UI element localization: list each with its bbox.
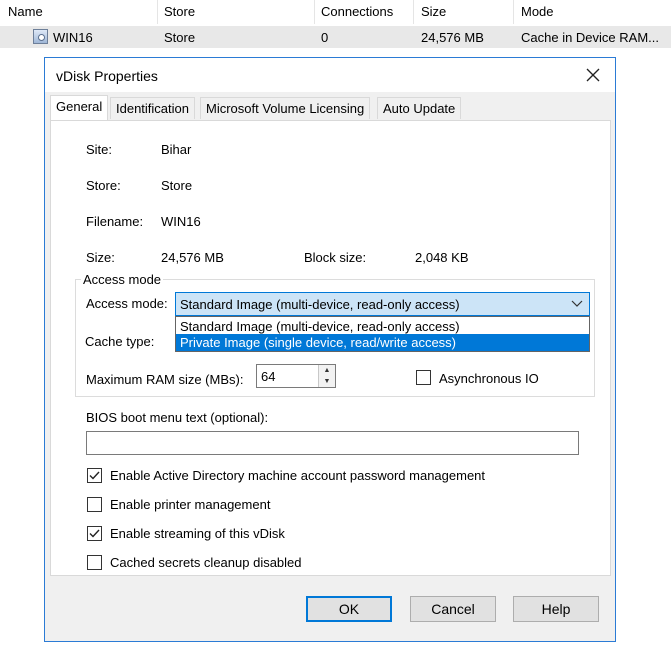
close-button[interactable] [573,60,613,90]
list-header: Name Store Connections Size Mode [0,0,671,24]
store-label: Store: [86,178,121,193]
tab-microsoft-volume-licensing[interactable]: Microsoft Volume Licensing [200,97,371,119]
access-mode-dropdown-list: Standard Image (multi-device, read-only … [175,316,590,352]
asynchronous-io-checkbox[interactable] [416,370,431,385]
max-ram-spinner[interactable]: 64 ▲ ▼ [256,364,336,388]
row-store: Store [164,30,196,45]
dialog-titlebar[interactable]: vDisk Properties [45,58,615,92]
checkmark-icon [89,471,100,480]
block-size-value: 2,048 KB [415,250,469,265]
column-divider[interactable] [413,0,414,24]
column-header-mode[interactable]: Mode [521,4,554,19]
dropdown-option-standard-image[interactable]: Standard Image (multi-device, read-only … [176,318,589,335]
asynchronous-io-label: Asynchronous IO [439,371,539,386]
store-value: Store [161,178,193,193]
vdisk-properties-dialog: vDisk Properties General Identification … [44,57,616,642]
ok-button[interactable]: OK [306,596,392,622]
general-tab-panel: Site: Bihar Store: Store Filename: WIN16… [50,120,611,576]
column-header-connections[interactable]: Connections [321,4,393,19]
vdisk-icon [33,29,48,44]
cached-secrets-cleanup-checkbox[interactable] [87,555,102,570]
site-value: Bihar [161,142,192,157]
filename-value: WIN16 [161,214,201,229]
access-mode-selected: Standard Image (multi-device, read-only … [180,297,460,312]
cancel-button[interactable]: Cancel [410,596,496,622]
row-size: 24,576 MB [421,30,484,45]
enable-printer-management-label: Enable printer management [110,497,271,512]
column-divider[interactable] [513,0,514,24]
tab-general[interactable]: General [50,95,109,120]
dialog-title: vDisk Properties [56,68,158,84]
column-header-name[interactable]: Name [8,4,43,19]
close-icon [586,68,600,82]
enable-ad-password-label: Enable Active Directory machine account … [110,468,486,483]
access-mode-label: Access mode: [86,296,168,311]
max-ram-value: 64 [261,369,276,384]
row-mode: Cache in Device RAM... [521,30,659,45]
access-mode-group-label: Access mode [81,272,164,287]
filename-label: Filename: [86,214,144,229]
bios-boot-menu-input[interactable] [86,431,579,455]
column-divider[interactable] [314,0,315,24]
help-button[interactable]: Help [513,596,599,622]
dropdown-option-private-image[interactable]: Private Image (single device, read/write… [176,334,589,351]
site-label: Site: [86,142,113,157]
tab-auto-update[interactable]: Auto Update [377,97,462,119]
max-ram-label: Maximum RAM size (MBs): [86,372,244,387]
size-value: 24,576 MB [161,250,224,265]
chevron-down-icon [571,300,583,307]
column-header-store[interactable]: Store [164,4,195,19]
cache-type-label: Cache type: [85,334,155,349]
column-divider[interactable] [157,0,158,24]
row-name: WIN16 [53,30,93,45]
table-row[interactable]: WIN16 Store 0 24,576 MB Cache in Device … [0,26,671,48]
size-label: Size: [86,250,115,265]
row-connections: 0 [321,30,329,45]
enable-streaming-label: Enable streaming of this vDisk [110,526,285,541]
spinner-buttons: ▲ ▼ [318,365,335,387]
column-header-size[interactable]: Size [421,4,446,19]
cached-secrets-cleanup-label: Cached secrets cleanup disabled [110,555,302,570]
block-size-label: Block size: [304,250,367,265]
spin-down-button[interactable]: ▼ [319,376,335,387]
enable-ad-password-checkbox[interactable] [87,468,102,483]
bios-boot-menu-label: BIOS boot menu text (optional): [86,410,269,425]
enable-printer-management-checkbox[interactable] [87,497,102,512]
tab-identification[interactable]: Identification [110,97,195,119]
checkmark-icon [89,529,100,538]
enable-streaming-checkbox[interactable] [87,526,102,541]
access-mode-combobox[interactable]: Standard Image (multi-device, read-only … [175,292,590,316]
